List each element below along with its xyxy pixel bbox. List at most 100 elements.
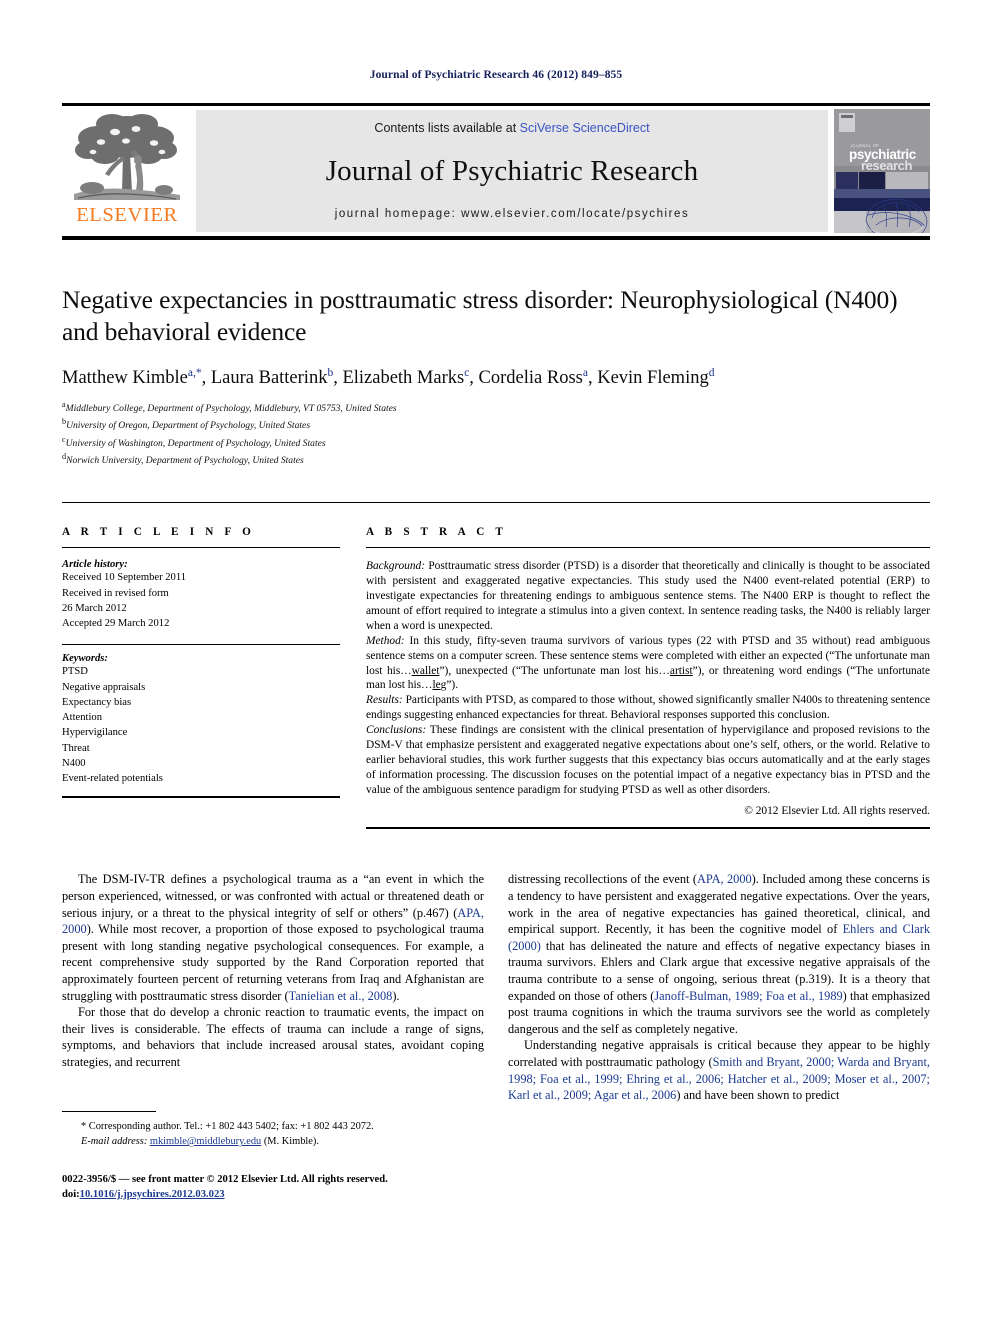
footnote-block: * Corresponding author. Tel.: +1 802 443… [62, 1110, 484, 1150]
keywords-group: Keywords: PTSD Negative appraisals Expec… [62, 653, 340, 786]
title-block: Negative expectancies in posttraumatic s… [62, 284, 930, 469]
author-name: Laura Batterink [210, 368, 328, 389]
body-column-left: The DSM-IV-TR defines a psychological tr… [62, 871, 484, 1201]
author-list: Matthew Kimblea,*, Laura Batterinkb, Eli… [62, 367, 930, 389]
elsevier-tree-icon [74, 113, 180, 200]
contents-available-line: Contents lists available at SciVerse Sci… [374, 121, 649, 135]
doi-link[interactable]: 10.1016/j.jpsychires.2012.03.023 [80, 1189, 225, 1200]
affiliation-item: dNorwich University, Department of Psych… [62, 451, 930, 468]
article-history-line: 26 March 2012 [62, 602, 127, 614]
cover-elsevier-mark-icon [839, 112, 855, 132]
footnote-divider [62, 1110, 156, 1112]
info-abstract-section: A R T I C L E I N F O Article history: R… [62, 502, 930, 830]
article-history-line: Accepted 29 March 2012 [62, 618, 170, 630]
abstract-text-method-4: ”). [446, 679, 459, 692]
keyword-item: Hypervigilance [62, 727, 128, 739]
journal-masthead: ELSEVIER Contents lists available at Sci… [62, 102, 930, 240]
author-entry: Kevin Flemingd [597, 367, 715, 388]
journal-cover-thumbnail[interactable]: JOURNAL OF psychiatric research [834, 108, 930, 233]
cover-strip-text-block [886, 171, 928, 189]
elsevier-logo: ELSEVIER [62, 106, 192, 236]
article-first-page: Journal of Psychiatric Research 46 (2012… [0, 0, 992, 1323]
email-link[interactable]: mkimble@middlebury.edu [150, 1136, 261, 1147]
corresponding-author-note: * Corresponding author. Tel.: +1 802 443… [81, 1120, 374, 1132]
cover-title-line2: research [861, 157, 913, 173]
abstract-label-method: Method: [366, 634, 405, 647]
running-head: Journal of Psychiatric Research 46 (2012… [369, 69, 623, 81]
affiliation-list: aMiddlebury College, Department of Psych… [62, 399, 930, 469]
article-info-heading: A R T I C L E I N F O [62, 526, 256, 539]
imprint-front-matter: 0022-3956/$ — see front matter © 2012 El… [62, 1173, 388, 1185]
affiliation-text: University of Oregon, Department of Psyc… [66, 420, 311, 432]
abstract-underlined-word-artist: artist [669, 664, 693, 677]
doi-label: doi: [62, 1188, 80, 1200]
cover-image-strip [836, 171, 928, 189]
abstract-underlined-word-wallet: wallet [411, 664, 440, 677]
article-history-group: Article history: Received 10 September 2… [62, 559, 340, 631]
author-name: Cordelia Ross [478, 368, 583, 389]
email-label: E-mail address: [81, 1136, 148, 1148]
article-info-body: Article history: Received 10 September 2… [62, 548, 340, 786]
journal-homepage-line[interactable]: journal homepage: www.elsevier.com/locat… [335, 208, 690, 220]
author-name: Elizabeth Marks [342, 368, 465, 389]
cover-strip-image-a [836, 171, 858, 189]
cover-strip-image-b [859, 171, 885, 189]
journal-title: Journal of Psychiatric Research [325, 154, 699, 187]
abstract-underlined-word-leg: leg [432, 679, 447, 692]
citation-link[interactable]: APA, 2000 [697, 872, 752, 886]
article-history-line: Received 10 September 2011 [62, 572, 187, 584]
affiliation-text: Norwich University, Department of Psycho… [66, 455, 304, 467]
abstract-copyright: © 2012 Elsevier Ltd. All rights reserved… [744, 805, 930, 818]
abstract-text-conclusions: These findings are consistent with the c… [366, 724, 930, 796]
abstract-column: A B S T R A C T Background: Posttraumati… [366, 503, 930, 830]
keyword-item: Attention [62, 712, 103, 724]
body-column-right: distressing recollections of the event (… [508, 871, 930, 1201]
abstract-heading: A B S T R A C T [366, 526, 508, 539]
citation-link[interactable]: Janoff-Bulman, 1989; Foa et al., 1989 [654, 989, 842, 1003]
body-paragraph: distressing recollections of the event (… [508, 871, 930, 1037]
email-note: E-mail address: mkimble@middlebury.edu (… [62, 1134, 484, 1150]
email-suffix: (M. Kimble). [261, 1136, 319, 1148]
author-entry: Laura Batterinkb [210, 367, 333, 389]
article-history-label: Article history: [62, 559, 128, 571]
body-paragraph: For those that do develop a chronic reac… [62, 1005, 484, 1069]
abstract-text-method-2: ”), unexpected (“The unfortunate man los… [439, 664, 670, 677]
author-entry: Matthew Kimblea,* [62, 367, 202, 389]
abstract-text-results: Participants with PTSD, as compared to t… [366, 694, 930, 722]
footnote-content: * Corresponding author. Tel.: +1 802 443… [62, 1119, 484, 1150]
abstract-text-background: Posttraumatic stress disorder (PTSD) is … [366, 560, 930, 632]
affiliation-item: aMiddlebury College, Department of Psych… [62, 399, 930, 416]
keywords-divider [62, 644, 340, 646]
author-entry: Elizabeth Marksc [342, 367, 469, 389]
body-text: ). While most recover, a proportion of t… [62, 922, 484, 1003]
author-separator: , [587, 368, 598, 389]
body-paragraph: The DSM-IV-TR defines a psychological tr… [62, 871, 484, 1004]
affiliation-item: bUniversity of Oregon, Department of Psy… [62, 416, 930, 433]
affiliation-item: cUniversity of Washington, Department of… [62, 434, 930, 451]
imprint-doi-line: doi:10.1016/j.jpsychires.2012.03.023 [62, 1187, 484, 1202]
sciencedirect-link[interactable]: SciVerse ScienceDirect [520, 121, 650, 135]
column-gutter [340, 503, 366, 829]
keyword-item: Threat [62, 742, 90, 754]
affiliation-text: University of Washington, Department of … [65, 437, 326, 449]
body-text: distressing recollections of the event ( [508, 872, 697, 887]
keyword-item: PTSD [62, 666, 88, 678]
abstract-label-results: Results: [366, 694, 403, 707]
abstract-paragraph-background: Background: Posttraumatic stress disorde… [366, 559, 930, 633]
author-separator: , [201, 368, 211, 389]
author-separator: , [469, 368, 479, 389]
author-affiliation-mark: d [708, 367, 715, 380]
article-history-line: Received in revised form [62, 587, 169, 599]
abstract-paragraph-method: Method: In this study, fifty-seven traum… [366, 634, 930, 694]
author-entry: Cordelia Rossa [478, 367, 588, 389]
keyword-item: Negative appraisals [62, 681, 146, 693]
citation-link[interactable]: Tanielian et al., 2008 [289, 989, 393, 1003]
abstract-paragraph-conclusions: Conclusions: These findings are consiste… [366, 723, 930, 797]
author-name: Matthew Kimble [62, 368, 188, 389]
abstract-paragraph-results: Results: Participants with PTSD, as comp… [366, 693, 930, 723]
affiliation-text: Middlebury College, Department of Psycho… [65, 402, 397, 414]
body-text: The DSM-IV-TR defines a psychological tr… [62, 872, 484, 920]
keyword-item: Event-related potentials [62, 773, 163, 785]
keywords-label: Keywords: [62, 653, 108, 665]
article-info-bottom-rule [62, 796, 340, 799]
